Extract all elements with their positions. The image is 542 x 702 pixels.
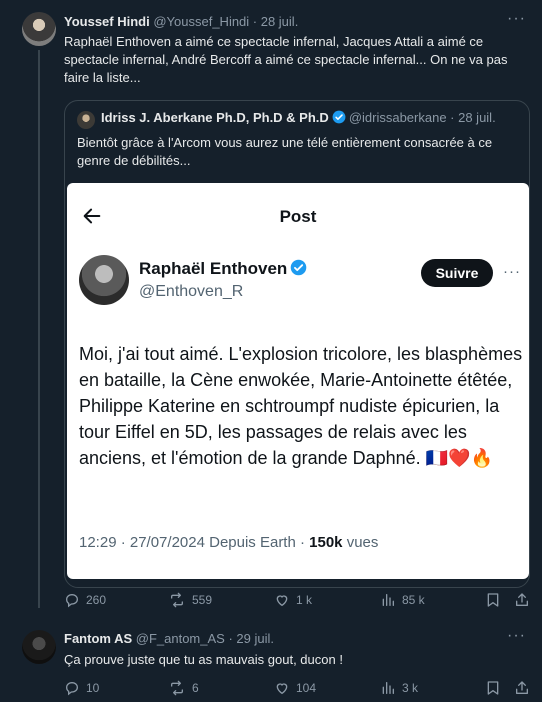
- quoted-tweet[interactable]: Idriss J. Aberkane Ph.D, Ph.D & Ph.D @idr…: [64, 100, 530, 588]
- tweet-header: Fantom AS @F_antom_AS · 29 juil.: [64, 631, 274, 646]
- views-count: 85 k: [402, 593, 425, 607]
- avatar[interactable]: [22, 12, 56, 46]
- repost-button[interactable]: 559: [168, 590, 212, 610]
- bookmark-icon: [487, 681, 499, 695]
- heart-icon: [276, 683, 288, 695]
- card-post-meta: 12:29 · 27/07/2024 Depuis Earth · 150k v…: [79, 534, 378, 551]
- reply-icon: [65, 593, 79, 608]
- tweet-text: Ça prouve juste que tu as mauvais gout, …: [64, 652, 343, 667]
- repost-count: 6: [192, 681, 199, 695]
- reply-icon: [65, 681, 79, 696]
- share-icon: [516, 681, 528, 694]
- card-post-text: Moi, j'ai tout aimé. L'explosion tricolo…: [79, 344, 523, 468]
- tweet-actions: 10 6 104 3 k: [64, 678, 530, 698]
- post-title: Post: [279, 207, 317, 226]
- card-views-label: vues: [342, 534, 379, 551]
- reply-count: 260: [86, 593, 107, 607]
- card-views-count: 150k: [309, 534, 343, 551]
- author-meta[interactable]: @Youssef_Hindi · 28 juil.: [153, 14, 298, 29]
- tweet-text: Raphaël Enthoven a aimé ce spectacle inf…: [64, 34, 508, 85]
- views-count: 3 k: [402, 681, 419, 695]
- avatar: [77, 111, 95, 129]
- like-button[interactable]: 104: [274, 678, 316, 698]
- quote-text: Bientôt grâce à l'Arcom vous aurez une t…: [77, 135, 493, 168]
- reply-button[interactable]: 260: [64, 590, 106, 610]
- more-options-icon[interactable]: ···: [507, 10, 526, 28]
- tweet-actions: 260 559 1 k 85 k: [64, 590, 530, 610]
- repost-icon: [171, 592, 183, 608]
- avatar[interactable]: [22, 630, 56, 664]
- bookmark-button[interactable]: [486, 590, 500, 610]
- tweet-header: Youssef Hindi @Youssef_Hindi · 28 juil.: [64, 14, 298, 29]
- thread-connector: [38, 50, 40, 608]
- card-author-name: Raphaël Enthoven: [139, 259, 310, 279]
- reply-button[interactable]: 10: [64, 678, 99, 698]
- views-chart-icon: [382, 594, 394, 606]
- views-button[interactable]: 85 k: [380, 590, 425, 610]
- quote-author-meta: @idrissaberkane · 28 juil.: [348, 110, 496, 125]
- author-meta[interactable]: @F_antom_AS · 29 juil.: [136, 631, 274, 646]
- more-options-icon[interactable]: ···: [507, 627, 526, 645]
- avatar: [79, 255, 129, 305]
- repost-count: 559: [192, 593, 213, 607]
- author-name[interactable]: Fantom AS: [64, 631, 132, 646]
- repost-button[interactable]: 6: [168, 678, 199, 698]
- author-name[interactable]: Youssef Hindi: [64, 14, 150, 29]
- quote-author-name: Idriss J. Aberkane Ph.D, Ph.D & Ph.D: [101, 110, 329, 125]
- card-author-handle: @Enthoven_R: [139, 283, 244, 300]
- share-button[interactable]: [514, 678, 530, 698]
- like-count: 1 k: [296, 593, 313, 607]
- like-button[interactable]: 1 k: [274, 590, 312, 610]
- embedded-post-image: Post Raphaël Enthoven @Enthoven_R Suivre…: [67, 183, 529, 579]
- reply-count: 10: [86, 681, 100, 695]
- bookmark-button[interactable]: [486, 678, 500, 698]
- share-button[interactable]: [514, 590, 530, 610]
- heart-icon: [276, 595, 288, 607]
- bookmark-icon: [487, 593, 499, 607]
- like-count: 104: [296, 681, 317, 695]
- views-chart-icon: [382, 682, 394, 694]
- verified-badge-icon: [291, 259, 307, 276]
- card-author-label: Raphaël Enthoven: [139, 259, 288, 278]
- quote-header: Idriss J. Aberkane Ph.D, Ph.D & Ph.D @idr…: [101, 110, 496, 125]
- card-timestamp: 12:29 · 27/07/2024 Depuis Earth ·: [79, 534, 310, 551]
- more-options-icon: ···: [503, 263, 521, 280]
- repost-icon: [171, 680, 183, 696]
- views-button[interactable]: 3 k: [380, 678, 418, 698]
- verified-badge-icon: [332, 110, 346, 124]
- share-icon: [516, 593, 528, 606]
- follow-button: Suivre: [421, 259, 493, 287]
